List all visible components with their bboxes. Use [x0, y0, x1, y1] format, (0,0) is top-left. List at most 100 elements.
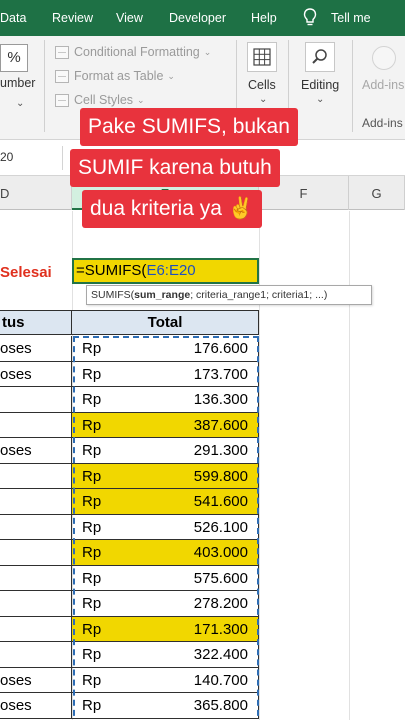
column-header-d[interactable]: D — [0, 176, 72, 210]
currency-label: Rp — [82, 416, 102, 434]
amount-value: 171.300 — [193, 620, 248, 638]
amount-value: 291.300 — [193, 442, 248, 459]
table-row: oses Rp 140.700 — [0, 667, 259, 693]
amount-value: 575.600 — [193, 569, 248, 587]
worksheet-grid[interactable]: Selesai =SUMIFS(E6:E20 SUMIFS(sum_range;… — [0, 211, 405, 720]
total-column-header[interactable]: Total — [72, 310, 259, 335]
amount-value: 136.300 — [193, 391, 248, 408]
amount-value: 322.400 — [193, 646, 248, 663]
number-format-label[interactable]: umber — [0, 76, 35, 90]
name-box-separator — [62, 146, 63, 170]
cell-styles-icon — [55, 93, 69, 107]
status-cell[interactable] — [0, 616, 72, 642]
table-row: oses Rp 173.700 — [0, 361, 259, 387]
amount-value: 599.800 — [193, 467, 248, 485]
tooltip-sum-range-argument[interactable]: sum_range — [134, 289, 190, 301]
percent-style-button[interactable]: % — [0, 44, 28, 72]
conditional-formatting-button[interactable]: Conditional Formatting ⌄ — [55, 42, 211, 62]
add-ins-button-label[interactable]: Add-ins — [362, 78, 404, 92]
tab-review[interactable]: Review — [52, 0, 93, 36]
conditional-formatting-icon — [55, 45, 69, 59]
currency-label: Rp — [82, 365, 102, 383]
table-row: Rp 387.600 — [0, 412, 259, 438]
format-as-table-button[interactable]: Format as Table ⌄ — [55, 66, 175, 86]
editing-icon[interactable] — [305, 42, 335, 72]
chevron-down-icon: ⌄ — [203, 46, 212, 57]
table-row: Rp 541.600 — [0, 489, 259, 515]
status-cell[interactable]: oses — [0, 667, 72, 693]
cells-dropdown-icon[interactable]: ⌄ — [259, 94, 267, 105]
currency-label: Rp — [82, 569, 102, 587]
currency-label: Rp — [82, 646, 102, 663]
total-cell[interactable]: Rp 526.100 — [72, 514, 259, 540]
number-format-dropdown-icon[interactable]: ⌄ — [16, 98, 24, 109]
currency-label: Rp — [82, 620, 102, 638]
status-cell[interactable]: oses — [0, 336, 72, 362]
table-row: oses Rp 291.300 — [0, 438, 259, 464]
total-cell[interactable]: Rp 322.400 — [72, 642, 259, 668]
status-cell[interactable] — [0, 540, 72, 566]
active-formula-cell[interactable]: =SUMIFS(E6:E20 — [72, 258, 259, 284]
name-box[interactable]: 20 — [0, 150, 13, 164]
chevron-down-icon: ⌄ — [167, 70, 175, 81]
cells-label[interactable]: Cells — [248, 78, 276, 92]
status-column-header[interactable]: tus — [0, 310, 72, 335]
table-row: oses Rp 365.800 — [0, 693, 259, 719]
currency-label: Rp — [82, 544, 102, 561]
total-cell[interactable]: Rp 365.800 — [72, 693, 259, 719]
cells-icon[interactable] — [247, 42, 277, 72]
currency-label: Rp — [82, 442, 102, 459]
cell-styles-button[interactable]: Cell Styles ⌄ — [55, 90, 145, 110]
table-row: Rp 171.300 — [0, 616, 259, 642]
total-cell[interactable]: Rp 541.600 — [72, 489, 259, 515]
add-ins-group-label: Add-ins — [362, 116, 403, 130]
total-cell[interactable]: Rp 599.800 — [72, 463, 259, 489]
amount-value: 176.600 — [193, 340, 248, 357]
tab-data[interactable]: Data — [0, 0, 26, 36]
status-cell[interactable] — [0, 591, 72, 617]
lightbulb-icon[interactable] — [303, 8, 317, 28]
currency-label: Rp — [82, 595, 102, 612]
table-row: Rp 322.400 — [0, 642, 259, 668]
total-cell[interactable]: Rp 176.600 — [72, 336, 259, 362]
total-cell[interactable]: Rp 171.300 — [72, 616, 259, 642]
status-cell[interactable] — [0, 463, 72, 489]
currency-label: Rp — [82, 493, 102, 510]
total-cell[interactable]: Rp 173.700 — [72, 361, 259, 387]
tab-view[interactable]: View — [116, 0, 143, 36]
status-cell[interactable]: oses — [0, 361, 72, 387]
total-cell[interactable]: Rp 575.600 — [72, 565, 259, 591]
tab-help[interactable]: Help — [251, 0, 277, 36]
status-cell[interactable] — [0, 565, 72, 591]
editing-dropdown-icon[interactable]: ⌄ — [316, 94, 324, 105]
total-cell[interactable]: Rp 387.600 — [72, 412, 259, 438]
search-icon — [312, 49, 327, 64]
column-header-g[interactable]: G — [349, 176, 405, 210]
total-cell[interactable]: Rp 278.200 — [72, 591, 259, 617]
table-row: Rp 526.100 — [0, 514, 259, 540]
total-cell[interactable]: Rp 403.000 — [72, 540, 259, 566]
tooltip-remaining-arguments: ; criteria_range1; criteria1; ...) — [190, 289, 328, 301]
formula-range-reference: E6:E20 — [146, 262, 196, 279]
status-cell[interactable] — [0, 489, 72, 515]
add-ins-icon[interactable] — [372, 46, 396, 70]
amount-value: 403.000 — [193, 544, 248, 561]
status-cell[interactable] — [0, 642, 72, 668]
tab-tell-me[interactable]: Tell me — [331, 0, 371, 36]
table-row: Rp 599.800 — [0, 463, 259, 489]
total-cell[interactable]: Rp 136.300 — [72, 387, 259, 413]
currency-label: Rp — [82, 518, 102, 536]
status-cell[interactable]: oses — [0, 438, 72, 464]
amount-value: 173.700 — [193, 365, 248, 383]
tab-developer[interactable]: Developer — [169, 0, 226, 36]
format-as-table-label: Format as Table — [74, 69, 164, 83]
status-cell[interactable] — [0, 514, 72, 540]
status-cell[interactable]: oses — [0, 693, 72, 719]
amount-value: 526.100 — [193, 518, 248, 536]
editing-label[interactable]: Editing — [301, 78, 339, 92]
status-cell[interactable] — [0, 387, 72, 413]
total-cell[interactable]: Rp 291.300 — [72, 438, 259, 464]
status-cell[interactable] — [0, 412, 72, 438]
callout-line-3: dua kriteria ya ✌️ — [82, 190, 262, 228]
total-cell[interactable]: Rp 140.700 — [72, 667, 259, 693]
